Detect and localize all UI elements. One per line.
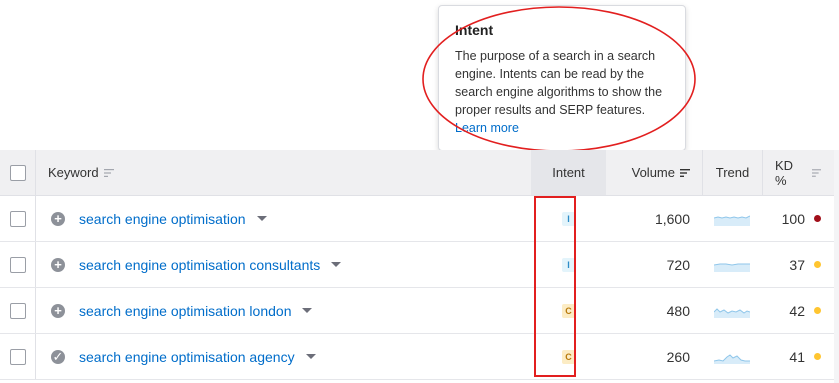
row-checkbox[interactable] — [9, 210, 26, 227]
row-select-cell — [0, 242, 36, 287]
kd-value: 37 — [789, 256, 805, 273]
keyword-link[interactable]: search engine optimisation agency — [79, 349, 295, 365]
kd-difficulty-dot — [814, 261, 821, 268]
intent-badge[interactable]: C — [562, 349, 575, 364]
keyword-table: Keyword Intent Volume Trend KD % + searc… — [0, 150, 839, 380]
intent-badge[interactable]: C — [562, 303, 575, 318]
keyword-link[interactable]: search engine optimisation — [79, 211, 246, 227]
plus-circle-icon[interactable]: + — [51, 211, 65, 226]
kd-value: 100 — [781, 210, 805, 227]
trend-cell — [702, 334, 762, 379]
volume-value: 720 — [666, 256, 690, 273]
intent-header-label: Intent — [552, 165, 585, 180]
trend-column-header: Trend — [702, 150, 762, 195]
trend-cell — [702, 242, 762, 287]
volume-cell: 720 — [606, 242, 702, 287]
volume-header-label: Volume — [631, 165, 675, 180]
kd-cell: 42 — [762, 288, 839, 333]
trend-sparkline — [714, 263, 750, 272]
keyword-link[interactable]: search engine optimisation consultants — [79, 257, 320, 273]
kd-cell: 41 — [762, 334, 839, 379]
trend-sparkline — [714, 353, 750, 364]
intent-cell: I — [531, 196, 606, 241]
intent-cell: C — [531, 334, 606, 379]
intent-badge[interactable]: I — [562, 257, 575, 272]
volume-value: 480 — [666, 302, 690, 319]
sort-icon[interactable] — [103, 168, 114, 177]
table-header: Keyword Intent Volume Trend KD % — [0, 150, 839, 196]
row-checkbox[interactable] — [9, 348, 26, 365]
volume-value: 1,600 — [654, 210, 690, 227]
table-row: ✓ search engine optimisation agency C 26… — [0, 334, 839, 380]
chevron-down-icon[interactable] — [305, 354, 316, 359]
row-checkbox[interactable] — [9, 256, 26, 273]
plus-circle-icon[interactable]: + — [51, 257, 65, 272]
row-checkbox[interactable] — [9, 302, 26, 319]
row-select-cell — [0, 196, 36, 241]
trend-sparkline — [714, 307, 750, 318]
select-all-cell — [0, 150, 36, 195]
volume-cell: 260 — [606, 334, 702, 379]
learn-more-link[interactable]: Learn more — [455, 119, 669, 137]
keyword-column-header[interactable]: Keyword — [36, 150, 531, 195]
kd-cell: 100 — [762, 196, 839, 241]
scrollbar-track[interactable] — [834, 150, 839, 383]
chevron-down-icon[interactable] — [302, 308, 313, 313]
keyword-header-label: Keyword — [48, 165, 99, 180]
intent-cell: C — [531, 288, 606, 333]
trend-cell — [702, 196, 762, 241]
kd-value: 42 — [789, 302, 805, 319]
kd-difficulty-dot — [814, 307, 821, 314]
kd-difficulty-dot — [814, 215, 821, 222]
table-row: + search engine optimisation consultants… — [0, 242, 839, 288]
volume-cell: 480 — [606, 288, 702, 333]
plus-circle-icon[interactable]: + — [51, 303, 65, 318]
intent-badge[interactable]: I — [562, 211, 575, 226]
trend-sparkline — [714, 215, 750, 226]
sort-icon[interactable] — [811, 168, 821, 177]
intent-cell: I — [531, 242, 606, 287]
keyword-cell: + search engine optimisation london — [36, 288, 531, 333]
keyword-cell: ✓ search engine optimisation agency — [36, 334, 531, 379]
kd-difficulty-dot — [814, 353, 821, 360]
kd-header-label: KD % — [775, 157, 794, 188]
intent-tooltip: Intent The purpose of a search in a sear… — [438, 5, 686, 151]
volume-column-header[interactable]: Volume — [606, 150, 702, 195]
trend-cell — [702, 288, 762, 333]
tooltip-title: Intent — [455, 22, 494, 38]
chevron-down-icon[interactable] — [331, 262, 342, 267]
keyword-cell: + search engine optimisation consultants — [36, 242, 531, 287]
kd-column-header[interactable]: KD % — [762, 150, 839, 195]
kd-cell: 37 — [762, 242, 839, 287]
select-all-checkbox[interactable] — [9, 164, 26, 181]
row-select-cell — [0, 288, 36, 333]
sort-active-icon[interactable] — [680, 168, 690, 177]
table-row: + search engine optimisation london C 48… — [0, 288, 839, 334]
volume-value: 260 — [666, 348, 690, 365]
chevron-down-icon[interactable] — [256, 216, 267, 221]
kd-value: 41 — [789, 348, 805, 365]
keyword-link[interactable]: search engine optimisation london — [79, 303, 291, 319]
row-select-cell — [0, 334, 36, 379]
intent-column-header[interactable]: Intent — [531, 150, 606, 195]
trend-header-label: Trend — [715, 165, 750, 180]
tooltip-body: The purpose of a search in a search engi… — [455, 49, 663, 117]
volume-cell: 1,600 — [606, 196, 702, 241]
keyword-cell: + search engine optimisation — [36, 196, 531, 241]
check-circle-icon[interactable]: ✓ — [51, 349, 65, 364]
table-row: + search engine optimisation I 1,600 100 — [0, 196, 839, 242]
